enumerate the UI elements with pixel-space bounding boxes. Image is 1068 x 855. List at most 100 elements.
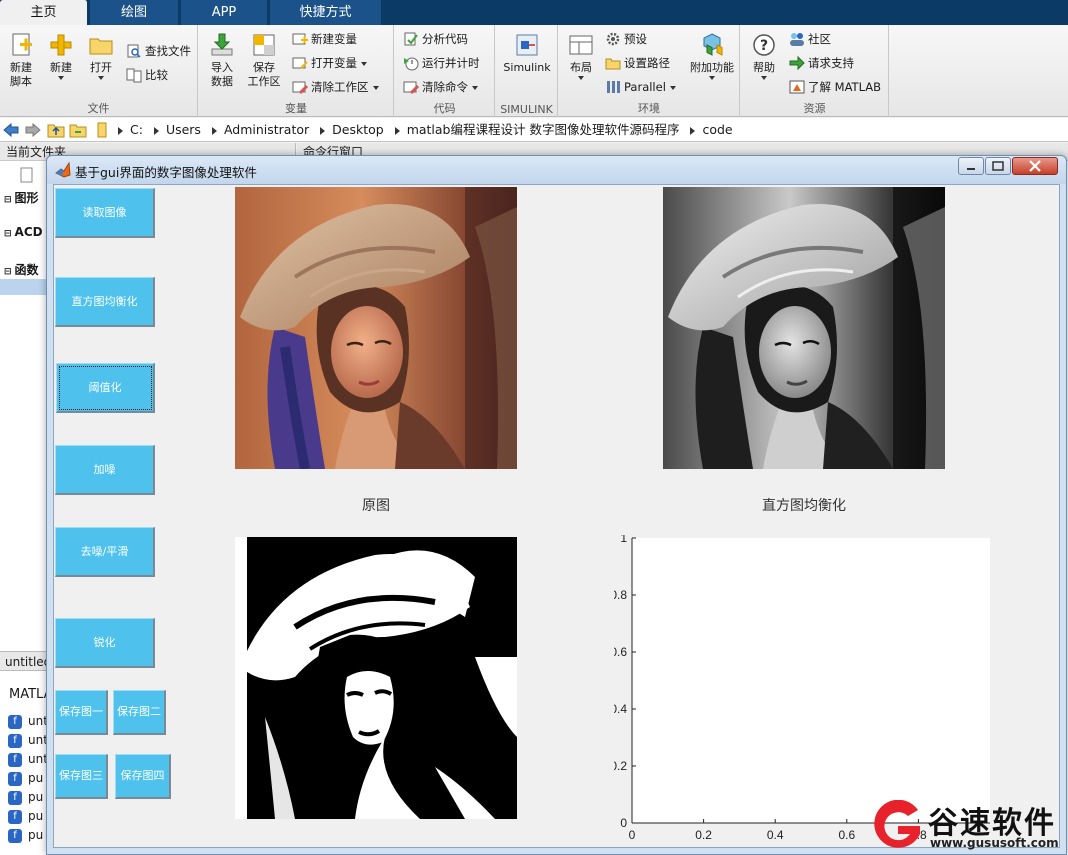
tree-item[interactable]: ⊟ 函数 (4, 261, 39, 278)
function-file-icon: f (8, 752, 22, 767)
request-support-button[interactable]: 请求支持 (789, 53, 854, 73)
ribbon-tab-bar: 主页 绘图 APP 快捷方式 (0, 0, 1068, 26)
matlab-logo-icon (55, 161, 71, 178)
import-data-button[interactable]: 导入 数据 (201, 31, 243, 89)
window-titlebar[interactable]: 基于gui界面的数字图像处理软件 (47, 156, 1066, 184)
back-arrow-icon[interactable] (2, 121, 20, 139)
tree-item[interactable]: ⊟ 图形 (4, 189, 39, 206)
tree-item[interactable]: ⊟ ACD (4, 225, 43, 239)
list-item[interactable]: f pu (8, 790, 43, 805)
function-file-icon: f (8, 828, 22, 843)
y-tick-label: 0.4 (614, 702, 627, 716)
caption-original: 原图 (362, 498, 390, 514)
gui-window: 基于gui界面的数字图像处理软件 读取图像 直方图均衡化 阈值化 加噪 去噪/平… (46, 155, 1067, 855)
browse-folder-icon[interactable] (69, 121, 87, 139)
ribbon: 新建 脚本 新建 打开 查找文件 比较 文件 导入 数据 保存 工作区 新建变量… (0, 25, 1068, 117)
list-item[interactable]: f pu (8, 809, 43, 824)
forward-arrow-icon[interactable] (24, 121, 42, 139)
chevron-down-icon (98, 76, 104, 80)
tab-home[interactable]: 主页 (0, 0, 88, 26)
new-button[interactable]: 新建 (40, 31, 82, 80)
set-path-button[interactable]: 设置路径 (605, 53, 670, 73)
breadcrumb-item[interactable]: Administrator (217, 118, 316, 142)
community-button[interactable]: 社区 (789, 29, 831, 49)
layout-button[interactable]: 布局 (560, 31, 602, 80)
histeq-button[interactable]: 直方图均衡化 (55, 277, 155, 327)
save-workspace-icon (250, 31, 278, 59)
close-button[interactable] (1012, 157, 1058, 175)
parallel-button[interactable]: Parallel (605, 77, 676, 97)
add-noise-button[interactable]: 加噪 (55, 445, 155, 495)
compare-button[interactable]: 比较 (126, 65, 168, 85)
x-tick-label: 0.4 (767, 828, 784, 842)
save-workspace-button[interactable]: 保存 工作区 (243, 31, 285, 89)
list-item[interactable]: f unt (8, 752, 48, 767)
function-file-icon: f (8, 714, 22, 729)
breadcrumb-item[interactable]: code (695, 118, 739, 142)
arrow-right-icon (789, 55, 805, 71)
breadcrumb[interactable]: C: Users Administrator Desktop matlab编程课… (118, 118, 740, 142)
save-image4-button[interactable]: 保存图四 (115, 754, 171, 799)
tab-apps[interactable]: APP (181, 0, 268, 25)
tab-shortcuts[interactable]: 快捷方式 (270, 0, 382, 25)
new-variable-button[interactable]: 新建变量 (292, 29, 357, 49)
preferences-button[interactable]: 预设 (605, 29, 647, 49)
eraser-icon (403, 79, 420, 95)
address-bar: C: Users Administrator Desktop matlab编程课… (0, 118, 1068, 142)
y-tick-label: 0.6 (614, 645, 627, 659)
breadcrumb-item[interactable]: Users (159, 118, 208, 142)
add-ons-icon (698, 31, 726, 59)
save-image3-button[interactable]: 保存图三 (55, 754, 108, 799)
plus-icon (47, 31, 75, 59)
x-tick-label: 0 (629, 828, 636, 842)
clear-workspace-button[interactable]: 清除工作区 (292, 77, 379, 97)
chevron-down-icon (372, 85, 379, 90)
find-files-icon (126, 43, 142, 59)
read-image-button[interactable]: 读取图像 (55, 188, 155, 238)
simulink-icon (513, 31, 541, 59)
list-item[interactable]: f pu (8, 771, 43, 786)
ribbon-group-variable: 导入 数据 保存 工作区 新建变量 打开变量 清除工作区 变量 (199, 25, 394, 117)
chevron-down-icon (361, 61, 367, 66)
up-folder-icon[interactable] (47, 121, 65, 139)
open-button[interactable]: 打开 (80, 31, 122, 80)
learn-matlab-button[interactable]: 了解 MATLAB (789, 77, 881, 97)
histeq-image (663, 187, 945, 469)
root-folder-icon (96, 121, 114, 139)
set-path-icon (605, 55, 621, 71)
list-item[interactable]: f pu (8, 828, 43, 843)
new-script-button[interactable]: 新建 脚本 (0, 31, 42, 89)
threshold-button[interactable]: 阈值化 (56, 363, 155, 413)
details-tab[interactable]: untitled (5, 655, 51, 669)
list-item[interactable]: f unt (8, 733, 48, 748)
sharpen-button[interactable]: 锐化 (55, 618, 155, 668)
simulink-button[interactable]: Simulink (501, 31, 553, 75)
function-file-icon: f (8, 809, 22, 824)
open-variable-button[interactable]: 打开变量 (292, 53, 367, 73)
run-and-time-button[interactable]: 运行并计时 (403, 53, 480, 73)
folder-icon (87, 31, 115, 59)
breadcrumb-item[interactable]: matlab编程课程设计 数字图像处理软件源码程序 (400, 118, 687, 142)
save-image2-button[interactable]: 保存图二 (113, 690, 166, 735)
layout-icon (567, 31, 595, 59)
help-button[interactable]: ? 帮助 (743, 31, 785, 80)
save-image1-button[interactable]: 保存图一 (55, 690, 108, 735)
original-image (235, 187, 517, 469)
file-icon (20, 167, 34, 186)
maximize-button[interactable] (985, 157, 1011, 175)
add-ons-button[interactable]: 附加功能 (687, 31, 737, 80)
minimize-button[interactable] (958, 157, 984, 175)
parallel-icon (605, 79, 621, 95)
clear-commands-button[interactable]: 清除命令 (403, 77, 478, 97)
breadcrumb-item[interactable]: C: (123, 118, 150, 142)
ribbon-group-code: 分析代码 运行并计时 清除命令 代码 (395, 25, 495, 117)
x-tick-label: 0.2 (695, 828, 712, 842)
list-item[interactable]: f unt (8, 714, 48, 729)
find-files-button[interactable]: 查找文件 (126, 41, 191, 61)
tab-plots[interactable]: 绘图 (90, 0, 179, 25)
selected-row (0, 279, 46, 295)
analyze-code-button[interactable]: 分析代码 (403, 29, 468, 49)
watermark-logo-icon (868, 799, 928, 854)
denoise-button[interactable]: 去噪/平滑 (55, 527, 155, 577)
breadcrumb-item[interactable]: Desktop (325, 118, 391, 142)
